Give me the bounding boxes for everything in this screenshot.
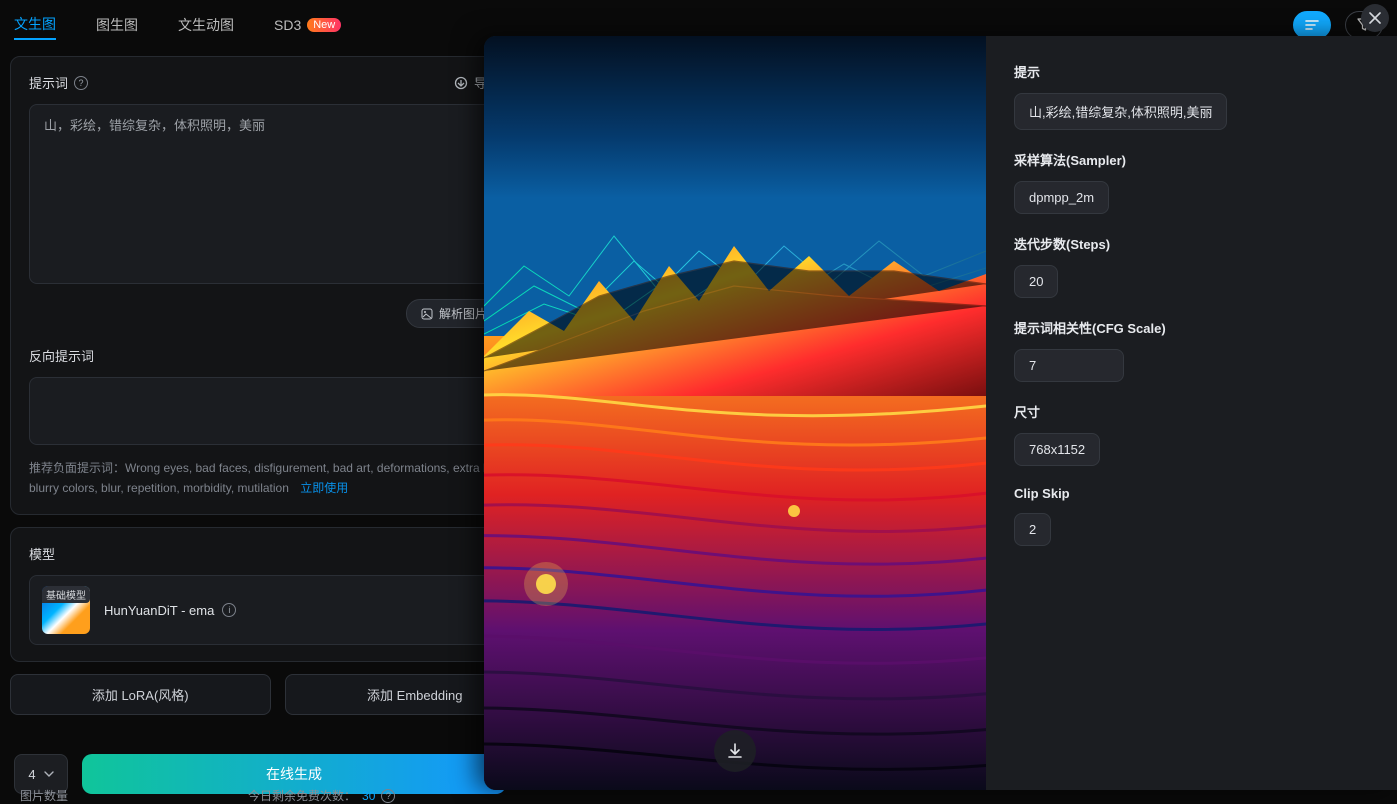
- info-label-sampler: 采样算法(Sampler): [1014, 150, 1369, 169]
- quota-label: 今日剩余免费次数： 30 ?: [248, 787, 395, 804]
- tab-img2img[interactable]: 图生图: [96, 11, 138, 39]
- info-value-cfg: 7: [1014, 349, 1124, 382]
- model-section-title: 模型: [29, 544, 55, 563]
- tab-txt2anim[interactable]: 文生动图: [178, 11, 234, 39]
- prompt-title: 提示词: [29, 73, 68, 92]
- sort-icon[interactable]: [1293, 11, 1331, 39]
- parse-icon: [421, 308, 433, 320]
- negative-input[interactable]: [29, 377, 526, 445]
- info-label-steps: 迭代步数(Steps): [1014, 234, 1369, 253]
- close-button[interactable]: [1361, 4, 1389, 32]
- info-label-prompt: 提示: [1014, 62, 1369, 81]
- info-value-size: 768x1152: [1014, 433, 1100, 466]
- preview-image: [484, 36, 986, 790]
- add-lora-button[interactable]: 添加 LoRA(风格): [10, 674, 271, 715]
- tab-txt2img[interactable]: 文生图: [14, 10, 56, 40]
- badge-new: New: [307, 18, 341, 32]
- info-label-cfg: 提示词相关性(CFG Scale): [1014, 318, 1369, 337]
- model-name-label: HunYuanDiT - ema: [104, 603, 214, 618]
- img-count-label: 图片数量: [20, 787, 68, 804]
- negative-title: 反向提示词: [29, 346, 94, 365]
- help-icon[interactable]: ?: [381, 789, 395, 803]
- info-label-size: 尺寸: [1014, 402, 1369, 421]
- chevron-down-icon: [44, 771, 54, 777]
- use-negative-link[interactable]: 立即使用: [300, 481, 348, 495]
- count-value: 4: [28, 767, 35, 782]
- download-button[interactable]: [714, 730, 756, 772]
- model-badge: 基础模型: [42, 586, 90, 603]
- negative-hint: 推荐负面提示词：Wrong eyes, bad faces, disfigure…: [29, 458, 526, 499]
- info-value-sampler: dpmpp_2m: [1014, 181, 1109, 214]
- preview-modal: 提示 山,彩绘,错综复杂,体积照明,美丽 采样算法(Sampler) dpmpp…: [484, 36, 1397, 790]
- info-value-prompt: 山,彩绘,错综复杂,体积照明,美丽: [1014, 93, 1227, 130]
- prompt-input[interactable]: [29, 104, 526, 284]
- download-icon: [726, 742, 744, 760]
- help-icon[interactable]: ?: [74, 76, 88, 90]
- import-icon: [454, 76, 468, 90]
- info-value-clipskip: 2: [1014, 513, 1051, 546]
- model-thumbnail: 基础模型: [42, 586, 90, 634]
- info-label-clipskip: Clip Skip: [1014, 486, 1369, 501]
- tab-sd3[interactable]: SD3 New: [274, 13, 341, 37]
- tab-sd3-label: SD3: [274, 17, 301, 33]
- info-value-steps: 20: [1014, 265, 1058, 298]
- model-selector[interactable]: 基础模型 HunYuanDiT - ema i: [29, 575, 526, 645]
- info-icon[interactable]: i: [222, 603, 236, 617]
- close-icon: [1369, 12, 1381, 24]
